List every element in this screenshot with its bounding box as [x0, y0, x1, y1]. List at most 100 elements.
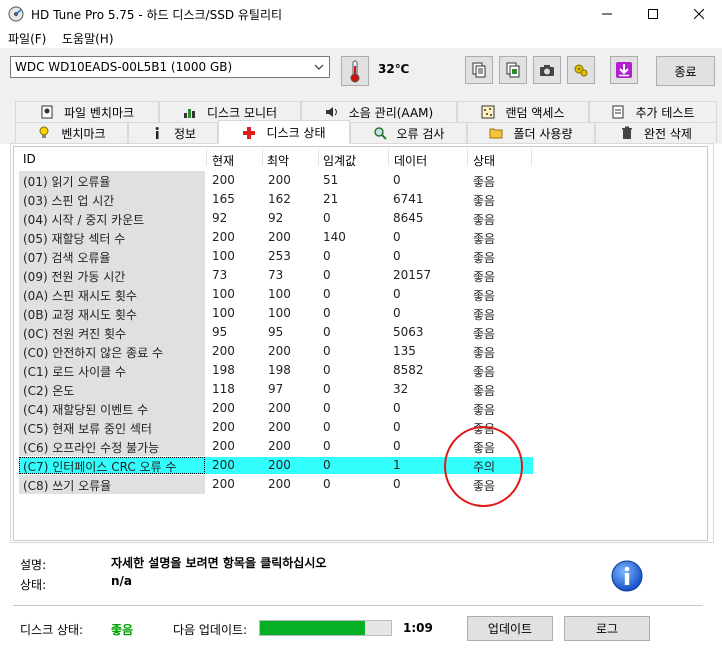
tab-erase[interactable]: 완전 삭제 [595, 122, 717, 143]
cell-status: 좋음 [473, 213, 496, 227]
cell-worst: 200 [268, 439, 291, 453]
cell-worst: 200 [268, 458, 291, 472]
cell-status: 좋음 [473, 289, 496, 303]
cell-status: 좋음 [473, 308, 496, 322]
table-row[interactable]: (07) 검색 오류율 100 253 0 0 좋음 [19, 247, 533, 266]
cell-current: 198 [212, 363, 235, 377]
window-title: HD Tune Pro 5.75 - 하드 디스크/SSD 유틸리티 [31, 8, 283, 22]
cell-id: (C6) 오프라인 수정 불가능 [23, 441, 160, 455]
cell-id: (09) 전원 가동 시간 [23, 270, 126, 284]
cell-id: (0A) 스핀 재시도 횟수 [23, 289, 137, 303]
header-worst[interactable]: 최악 [267, 152, 289, 169]
maximize-button[interactable] [630, 0, 676, 28]
drive-select-value: WDC WD10EADS-00L5B1 (1000 GB) [15, 60, 233, 74]
cell-id: (07) 검색 오류율 [23, 251, 111, 265]
cell-current: 200 [212, 477, 235, 491]
table-row[interactable]: (0A) 스핀 재시도 횟수 100 100 0 0 좋음 [19, 285, 533, 304]
tab-error-scan[interactable]: 오류 검사 [350, 122, 467, 143]
header-threshold[interactable]: 임계값 [323, 152, 356, 169]
column-separator [388, 148, 389, 166]
cell-data: 0 [393, 420, 401, 434]
header-data[interactable]: 데이터 [394, 152, 427, 169]
header-status[interactable]: 상태 [473, 152, 495, 169]
download-icon [616, 62, 632, 78]
cell-id: (C7) 인터페이스 CRC 오류 수 [23, 460, 177, 474]
cell-id: (C4) 재할당된 이벤트 수 [23, 403, 149, 417]
table-row[interactable]: (0C) 전원 켜진 횟수 95 95 0 5063 좋음 [19, 323, 533, 342]
tab-extra-tests[interactable]: 추가 테스트 [589, 101, 717, 122]
cell-status: 좋음 [473, 175, 496, 189]
log-button-label: 로그 [595, 622, 619, 636]
cell-worst: 200 [268, 230, 291, 244]
tab-file-benchmark[interactable]: 파일 벤치마크 [15, 101, 159, 122]
table-row[interactable]: (05) 재할당 섹터 수 200 200 140 0 좋음 [19, 228, 533, 247]
copy-text-button[interactable] [465, 56, 493, 84]
screenshot-button[interactable] [533, 56, 561, 84]
save-button[interactable] [610, 56, 638, 84]
cell-threshold: 0 [323, 439, 331, 453]
copy-screen-button[interactable] [499, 56, 527, 84]
menu-bar: 파일(F) 도움말(H) [0, 28, 722, 48]
copy-text-icon [472, 62, 486, 78]
table-row[interactable]: (0B) 교정 재시도 횟수 100 100 0 0 좋음 [19, 304, 533, 323]
cell-data: 0 [393, 306, 401, 320]
table-row[interactable]: (C1) 로드 사이클 수 198 198 0 8582 좋음 [19, 361, 533, 380]
tab-noise-management[interactable]: 소음 관리(AAM) [301, 101, 457, 122]
table-row[interactable]: (C2) 온도 118 97 0 32 좋음 [19, 380, 533, 399]
info-tab-icon [155, 127, 159, 139]
cell-threshold: 0 [323, 325, 331, 339]
cell-id: (0B) 교정 재시도 횟수 [23, 308, 137, 322]
exit-button[interactable]: 종료 [656, 56, 715, 86]
magnifier-icon [373, 127, 387, 140]
status-label: 상태: [20, 578, 47, 592]
tab-random-access[interactable]: 랜덤 액세스 [457, 101, 589, 122]
table-row[interactable]: (03) 스핀 업 시간 165 162 21 6741 좋음 [19, 190, 533, 209]
app-icon [8, 6, 24, 22]
cell-status: 좋음 [473, 251, 496, 265]
cell-current: 200 [212, 420, 235, 434]
cell-current: 100 [212, 306, 235, 320]
cell-worst: 97 [268, 382, 284, 396]
tab-benchmark[interactable]: 벤치마크 [15, 122, 128, 143]
drive-select[interactable]: WDC WD10EADS-00L5B1 (1000 GB) [10, 56, 330, 78]
menu-file[interactable]: 파일(F) [8, 30, 46, 47]
tab-disk-monitor[interactable]: 디스크 모니터 [159, 101, 301, 122]
menu-help[interactable]: 도움말(H) [62, 30, 114, 47]
table-row[interactable]: (01) 읽기 오류율 200 200 51 0 좋음 [19, 171, 533, 190]
tab-disk-health[interactable]: 디스크 상태 [218, 120, 350, 144]
column-separator [206, 148, 207, 166]
info-icon[interactable] [611, 560, 643, 592]
disk-status-value: 좋음 [111, 623, 134, 637]
table-row[interactable]: (C5) 현재 보류 중인 섹터 200 200 0 0 좋음 [19, 418, 533, 437]
log-button[interactable]: 로그 [564, 616, 650, 641]
cell-id: (05) 재할당 섹터 수 [23, 232, 126, 246]
cell-current: 100 [212, 249, 235, 263]
cell-data: 8645 [393, 211, 424, 225]
table-row[interactable]: (04) 시작 / 중지 카운트 92 92 0 8645 좋음 [19, 209, 533, 228]
cell-data: 0 [393, 477, 401, 491]
cell-threshold: 0 [323, 344, 331, 358]
cell-status: 좋음 [473, 232, 496, 246]
update-button[interactable]: 업데이트 [467, 616, 553, 641]
table-row[interactable]: (09) 전원 가동 시간 73 73 0 20157 좋음 [19, 266, 533, 285]
close-button[interactable] [676, 0, 722, 28]
tab-info[interactable]: 정보 [128, 122, 218, 143]
cell-threshold: 0 [323, 268, 331, 282]
header-id[interactable]: ID [23, 152, 36, 166]
table-row[interactable]: (C0) 안전하지 않은 종료 수 200 200 0 135 좋음 [19, 342, 533, 361]
minimize-button[interactable] [584, 0, 630, 28]
cell-status: 좋음 [473, 384, 496, 398]
tab-folder-usage[interactable]: 폴더 사용량 [467, 122, 595, 143]
minimize-icon [602, 13, 612, 15]
cell-worst: 200 [268, 477, 291, 491]
options-button[interactable] [567, 56, 595, 84]
cell-id: (C8) 쓰기 오류율 [23, 479, 112, 493]
cell-status: 좋음 [473, 194, 496, 208]
table-row[interactable]: (C4) 재할당된 이벤트 수 200 200 0 0 좋음 [19, 399, 533, 418]
column-separator [318, 148, 319, 166]
cell-data: 0 [393, 401, 401, 415]
tab-label: 벤치마크 [61, 126, 106, 141]
cell-threshold: 0 [323, 287, 331, 301]
tab-label: 추가 테스트 [635, 105, 695, 120]
header-current[interactable]: 현재 [212, 152, 234, 169]
